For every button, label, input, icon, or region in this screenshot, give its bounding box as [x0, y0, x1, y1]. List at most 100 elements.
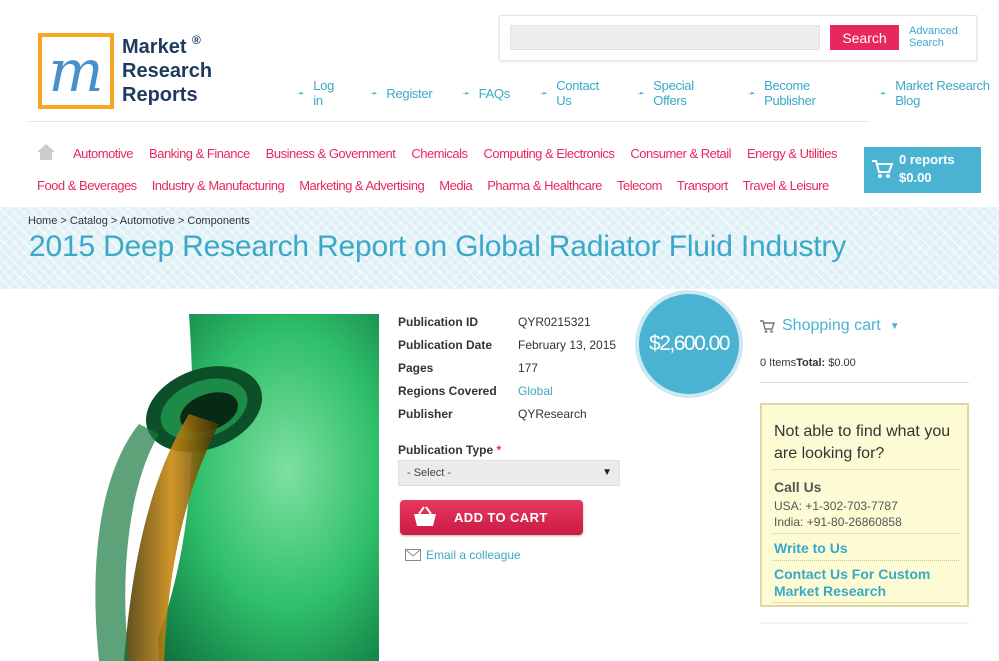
arrow-icon: ➛	[539, 87, 548, 98]
detail-regions: Regions Covered Global	[398, 384, 553, 398]
india-phone: India: +91-80-26860858	[774, 515, 902, 529]
caret-down-icon: ▼	[602, 467, 612, 478]
category-pharma-healthcare[interactable]: Pharma & Healthcare	[487, 178, 602, 193]
special-offers-link-label: Special Offers	[653, 78, 694, 108]
market-research-blog-link[interactable]: ➛ Market Research Blog	[879, 78, 999, 108]
faqs-link[interactable]: ➛ FAQs	[462, 78, 510, 108]
detail-label: Regions Covered	[398, 384, 497, 398]
arrow-icon: ➛	[370, 87, 378, 98]
header-divider	[28, 121, 869, 122]
cart-total-value: $0.00	[828, 357, 856, 369]
detail-value: 177	[518, 361, 539, 375]
cart-icon	[760, 319, 775, 333]
publication-type-text: Publication Type	[398, 443, 494, 457]
category-telecom[interactable]: Telecom	[617, 178, 662, 193]
category-banking-finance[interactable]: Banking & Finance	[149, 146, 250, 161]
breadcrumb-automotive[interactable]: Automotive	[120, 215, 175, 227]
dotted-divider	[772, 469, 959, 470]
become-publisher-link[interactable]: ➛ Become Publisher	[748, 78, 849, 108]
arrow-icon: ➛	[747, 87, 756, 98]
help-question: Not able to find what you are looking fo…	[774, 423, 951, 462]
category-nav-row-2: Food & Beverages Industry & Manufacturin…	[37, 178, 829, 193]
arrow-icon: ➛	[637, 87, 645, 98]
dotted-divider	[772, 602, 959, 603]
dotted-divider	[772, 533, 959, 534]
custom-research-link[interactable]: Contact Us For Custom Market Research	[774, 566, 964, 600]
detail-value: QYResearch	[518, 407, 587, 421]
help-box: Not able to find what you are looking fo…	[760, 403, 969, 607]
cart-item-count: 0 Items	[760, 357, 797, 369]
add-to-cart-label: ADD TO CART	[454, 510, 548, 525]
special-offers-link[interactable]: ➛ Special Offers	[637, 78, 718, 108]
add-to-cart-button[interactable]: ADD TO CART	[400, 500, 583, 535]
breadcrumb-separator: >	[60, 215, 67, 227]
detail-value: February 13, 2015	[518, 338, 617, 352]
market-research-blog-link-label: Market Research Blog	[895, 78, 990, 108]
cart-total: $0.00	[899, 170, 932, 185]
basket-icon	[414, 506, 436, 526]
dotted-divider	[772, 560, 959, 561]
write-to-us-link[interactable]: Write to Us	[774, 540, 964, 557]
contact-us-link[interactable]: ➛ Contact Us	[540, 78, 607, 108]
category-media[interactable]: Media	[439, 178, 472, 193]
home-icon[interactable]	[37, 144, 55, 160]
email-colleague-link[interactable]: Email a colleague	[405, 548, 521, 562]
category-consumer-retail[interactable]: Consumer & Retail	[630, 146, 731, 161]
register-link-label: Register	[386, 85, 433, 101]
price-badge: $2,600.00	[639, 294, 739, 394]
category-industry-manufacturing[interactable]: Industry & Manufacturing	[152, 178, 285, 193]
cart-total-label: Total:	[796, 357, 826, 369]
login-link-label: Log in	[313, 78, 335, 108]
arrow-icon: ➛	[878, 87, 887, 98]
login-link[interactable]: ➛ Log in	[297, 78, 340, 108]
register-link[interactable]: ➛ Register	[370, 78, 433, 108]
logo-line-3: Reports	[122, 84, 198, 106]
breadcrumb-catalog[interactable]: Catalog	[70, 215, 108, 227]
category-energy-utilities[interactable]: Energy & Utilities	[747, 146, 837, 161]
category-transport[interactable]: Transport	[677, 178, 728, 193]
advanced-search-line-1: Advanced	[909, 25, 958, 37]
faqs-link-label: FAQs	[478, 85, 511, 101]
category-chemicals[interactable]: Chemicals	[411, 146, 468, 161]
category-food-beverages[interactable]: Food & Beverages	[37, 178, 137, 193]
shopping-cart-header[interactable]: Shopping cart ▼	[760, 317, 900, 335]
region-link[interactable]: Global	[518, 384, 553, 398]
category-automotive[interactable]: Automotive	[73, 146, 134, 161]
product-image	[39, 314, 379, 661]
sidebar-cart-summary: 0 ItemsTotal: $0.00	[760, 357, 856, 369]
sidebar-bottom-edge	[760, 622, 969, 624]
detail-label: Publication ID	[398, 315, 479, 329]
detail-value: QYR0215321	[518, 315, 591, 329]
category-business-government[interactable]: Business & Government	[266, 146, 396, 161]
category-travel-leisure[interactable]: Travel & Leisure	[743, 178, 830, 193]
breadcrumb: Home > Catalog > Automotive > Components	[28, 215, 250, 227]
shopping-cart-title: Shopping cart	[782, 317, 881, 334]
cart-count: 0 reports	[899, 152, 955, 167]
site-logo[interactable]: m Market Research Reports ®	[38, 33, 218, 113]
search-button[interactable]: Search	[830, 25, 899, 50]
contact-us-link-label: Contact Us	[556, 78, 599, 108]
arrow-icon: ➛	[462, 87, 470, 98]
search-input[interactable]	[510, 25, 820, 50]
top-nav: ➛ Log in ➛ Register ➛ FAQs ➛ Contact Us ➛ Spe…	[297, 78, 999, 108]
registered-mark: ®	[192, 33, 201, 47]
detail-publication-id: Publication ID QYR0215321	[398, 315, 591, 329]
publication-type-select[interactable]: - Select - ▼	[398, 460, 620, 486]
advanced-search-link[interactable]: Advanced Search	[909, 25, 958, 49]
header-cart-button[interactable]: 0 reports $0.00	[864, 147, 981, 193]
breadcrumb-components[interactable]: Components	[187, 215, 249, 227]
breadcrumb-home[interactable]: Home	[28, 215, 57, 227]
cart-icon	[872, 160, 893, 178]
detail-pages: Pages 177	[398, 361, 538, 375]
detail-label: Publication Date	[398, 338, 493, 352]
call-us-heading: Call Us	[774, 479, 822, 495]
category-computing-electronics[interactable]: Computing & Electronics	[484, 146, 615, 161]
usa-phone: USA: +1-302-703-7787	[774, 499, 898, 513]
category-marketing-advertising[interactable]: Marketing & Advertising	[299, 178, 425, 193]
breadcrumb-separator: >	[110, 215, 118, 227]
detail-publication-date: Publication Date February 13, 2015	[398, 338, 616, 352]
page-title: 2015 Deep Research Report on Global Radi…	[29, 230, 846, 263]
breadcrumb-separator: >	[177, 215, 185, 227]
email-colleague-label: Email a colleague	[426, 548, 521, 562]
arrow-icon: ➛	[297, 87, 305, 98]
